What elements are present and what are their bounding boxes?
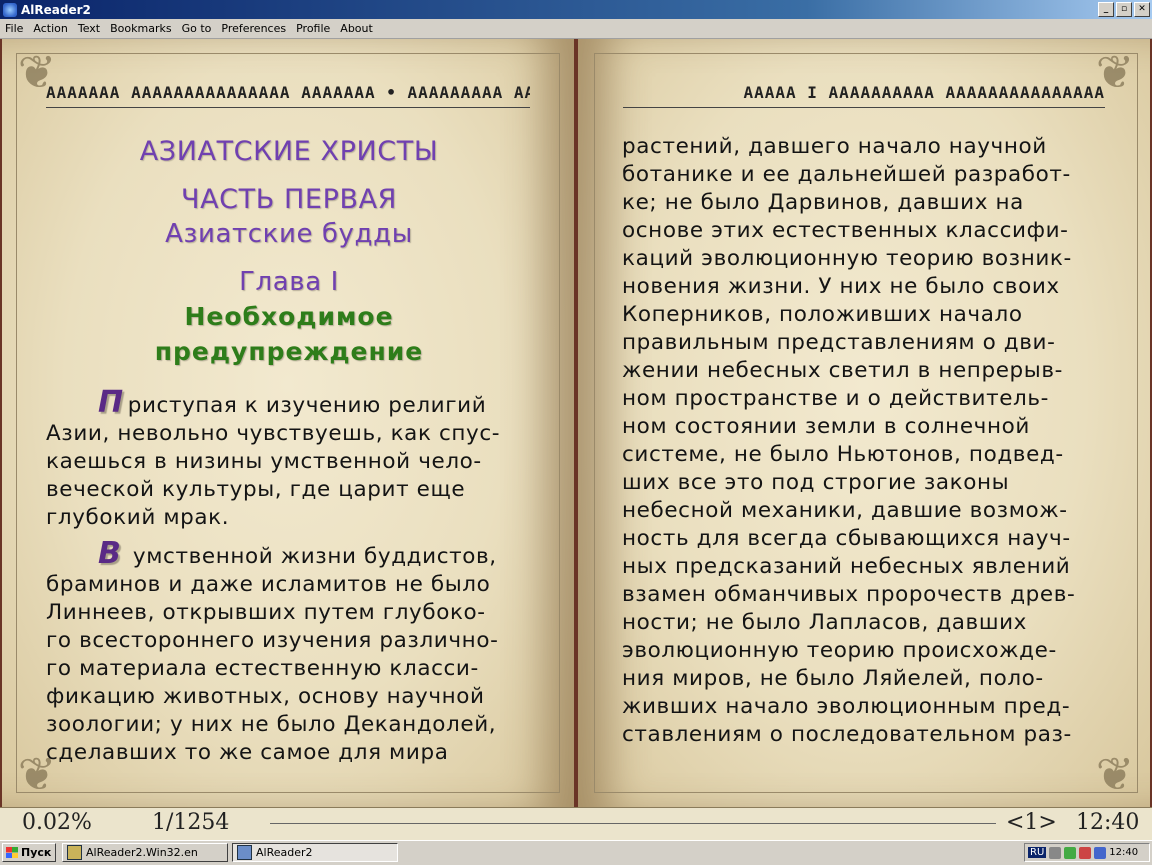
text-line: ния миров, не было Ляйелей, поло-	[622, 666, 1044, 691]
text-line: основе этих естественных классифи-	[622, 218, 1069, 243]
part-subtitle: Азиатские будды	[165, 219, 413, 249]
menu-bookmarks[interactable]: Bookmarks	[105, 22, 176, 35]
text-line: ность для всегда сбывающихся науч-	[622, 526, 1071, 551]
text-line: браминов и даже исламитов не было	[46, 572, 491, 597]
menu-bar: File Action Text Bookmarks Go to Prefere…	[0, 19, 1152, 39]
menu-goto[interactable]: Go to	[177, 22, 217, 35]
text-line: живших начало эволюционным пред-	[622, 694, 1071, 719]
paragraph: Приступая к изучению религий	[46, 388, 532, 420]
text-line: каешься в низины умственной чело-	[46, 449, 482, 474]
network-icon[interactable]	[1064, 846, 1077, 859]
left-page-text: АЗИАТСКИЕ ХРИСТЫ ЧАСТЬ ПЕРВАЯ Азиатские …	[46, 135, 532, 767]
menu-file[interactable]: File	[0, 22, 28, 35]
text-line: Азии, невольно чувствуешь, как спус-	[46, 421, 501, 446]
maximize-button[interactable]: ▫	[1116, 2, 1132, 17]
text-line: го материала естественную класси-	[46, 656, 479, 681]
right-page-text: растений, давшего начало научной ботаник…	[622, 133, 1108, 749]
progress-line[interactable]	[270, 823, 996, 824]
text-line: взамен обманчивых пророчеств древ-	[622, 582, 1076, 607]
drop-cap: В	[98, 536, 122, 571]
text-line: ности; не было Лапласов, давших	[622, 610, 1028, 635]
book-view[interactable]: ❦ ❦ ААААААА ААААААААААААААА ААААААА • АА…	[0, 39, 1152, 807]
language-indicator[interactable]: RU	[1028, 847, 1047, 858]
chapter-title-line-2: предупреждение	[154, 337, 424, 366]
menu-action[interactable]: Action	[28, 22, 72, 35]
text-line: эволюционную теорию происхожде-	[622, 638, 1057, 663]
menu-text[interactable]: Text	[73, 22, 105, 35]
antivirus-icon[interactable]	[1079, 846, 1092, 859]
text-line: глубокий мрак.	[46, 505, 230, 530]
taskbar-item-folder[interactable]: AlReader2.Win32.en	[62, 843, 228, 862]
minimize-button[interactable]: _	[1098, 2, 1114, 17]
text-line: го всестороннего изучения различно-	[46, 628, 499, 653]
system-clock: 12:40	[1109, 847, 1139, 858]
book-title: АЗИАТСКИЕ ХРИСТЫ	[139, 136, 439, 167]
text-line: системе, не было Ньютонов, подвед-	[622, 442, 1064, 467]
left-page[interactable]: ❦ ❦ ААААААА ААААААААААААААА ААААААА • АА…	[2, 39, 574, 807]
system-tray: RU 12:40	[1024, 843, 1150, 862]
text-line: растений, давшего начало научной	[622, 134, 1047, 159]
text-line: ном состоянии земли в солнечной	[622, 414, 1030, 439]
window-title: AlReader2	[21, 2, 91, 17]
progress-percent: 0.02%	[22, 810, 92, 835]
text-line: ке; не было Дарвинов, давших на	[622, 190, 1024, 215]
paragraph: В умственной жизни буддистов,	[46, 539, 532, 571]
text-line: умственной жизни буддистов,	[132, 544, 497, 569]
menu-about[interactable]: About	[335, 22, 378, 35]
text-line: ших все это под строгие законы	[622, 470, 1010, 495]
reader-clock: 12:40	[1076, 810, 1140, 835]
taskbar-item-alreader[interactable]: AlReader2	[232, 843, 398, 862]
text-line: правильным представлениям о дви-	[622, 330, 1056, 355]
text-line: фикацию животных, основу научной	[46, 684, 485, 709]
page-header: ААААААА ААААААААААААААА ААААААА • АААААА…	[46, 83, 530, 108]
text-line: ном пространстве и о действитель-	[622, 386, 1049, 411]
app-icon	[237, 845, 252, 860]
text-line: каций эволюционную теорию возник-	[622, 246, 1072, 271]
window-title-bar[interactable]: AlReader2 _ ▫ ✕	[0, 0, 1152, 19]
text-line: сделавших то же самое для мира	[46, 740, 449, 765]
menu-preferences[interactable]: Preferences	[216, 22, 291, 35]
ornament-corner-icon: ❦	[1095, 747, 1135, 801]
chapter-title-line-1: Необходимое	[184, 302, 394, 331]
page-header: ААААА I АААААААААА ААААААААААААААА	[623, 83, 1105, 108]
right-page[interactable]: ❦ ❦ ААААА I АААААААААА ААААААААААААААА р…	[578, 39, 1150, 807]
taskbar-item-label: AlReader2	[256, 846, 313, 859]
volume-icon[interactable]	[1049, 846, 1062, 859]
app-icon	[3, 2, 17, 17]
page-counter: 1/1254	[152, 810, 230, 835]
text-line: жении небесных светил в непрерыв-	[622, 358, 1063, 383]
chapter-number: Глава I	[239, 267, 339, 297]
text-line: Коперников, положивших начало	[622, 302, 1023, 327]
text-line: ботанике и ее дальнейшей разработ-	[622, 162, 1071, 187]
part-title: ЧАСТЬ ПЕРВАЯ	[180, 184, 398, 215]
windows-logo-icon	[6, 847, 18, 858]
tray-app-icon[interactable]	[1094, 846, 1107, 859]
start-label: Пуск	[21, 846, 52, 859]
taskbar: Пуск AlReader2.Win32.en AlReader2 RU 12:…	[0, 840, 1152, 865]
folder-icon	[67, 845, 82, 860]
taskbar-item-label: AlReader2.Win32.en	[86, 846, 198, 859]
close-button[interactable]: ✕	[1134, 2, 1150, 17]
text-line: небесной механики, давшие возмож-	[622, 498, 1068, 523]
text-line: Линнеев, открывших путем глубоко-	[46, 600, 486, 625]
start-button[interactable]: Пуск	[2, 843, 56, 862]
text-line: риступая к изучению религий	[127, 393, 487, 418]
text-line: веческой культуры, где царит еще	[46, 477, 466, 502]
reader-status-bar: 0.02% 1/1254 <1> 12:40	[0, 807, 1152, 841]
text-line: зоологии; у них не было Декандолей,	[46, 712, 497, 737]
menu-profile[interactable]: Profile	[291, 22, 335, 35]
text-line: ных предсказаний небесных явлений	[622, 554, 1071, 579]
drop-cap: П	[98, 385, 124, 420]
text-line: новения жизни. У них не было своих	[622, 274, 1060, 299]
page-marker: <1>	[1006, 810, 1057, 835]
text-line: ставлениям о последовательном раз-	[622, 722, 1072, 747]
